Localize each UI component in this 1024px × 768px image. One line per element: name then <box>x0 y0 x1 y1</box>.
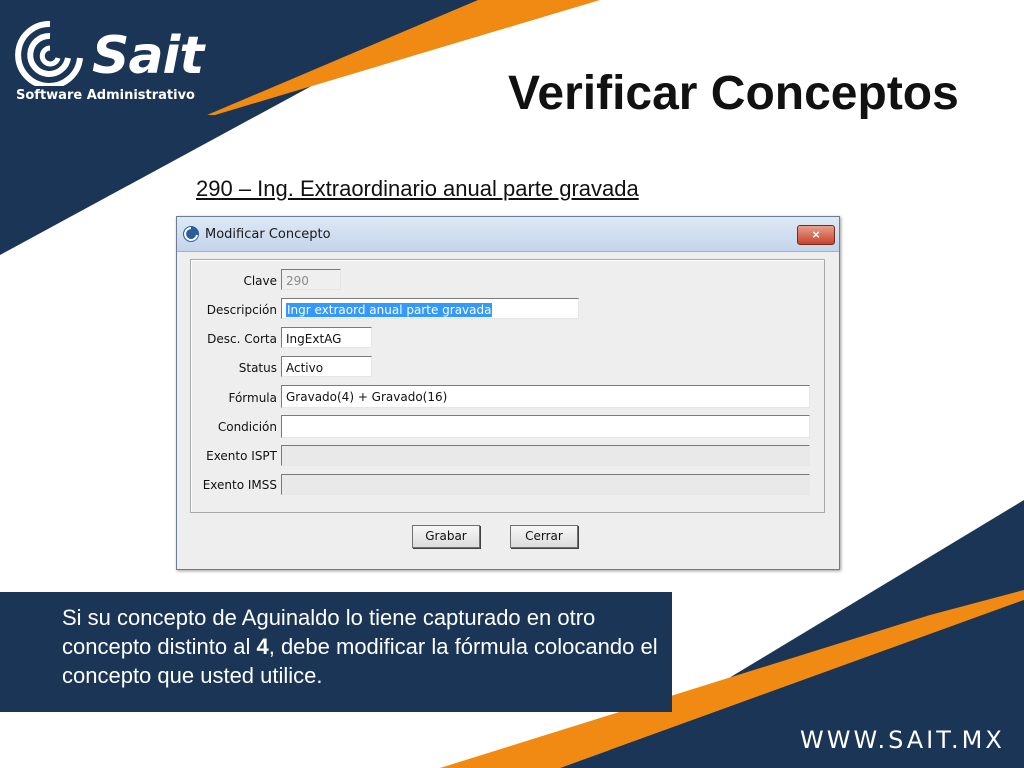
desc-corta-label: Desc. Corta <box>207 332 277 346</box>
clave-field[interactable]: 290 <box>281 269 341 290</box>
formula-label: Fórmula <box>228 391 277 405</box>
condicion-label: Condición <box>217 420 277 434</box>
exento-ispt-field[interactable] <box>281 445 810 466</box>
close-window-button[interactable]: × <box>797 225 835 245</box>
status-field[interactable]: Activo <box>281 356 372 377</box>
dialog-title: Modificar Concepto <box>205 227 331 242</box>
logo-tagline: Software Administrativo <box>16 88 195 103</box>
exento-ispt-label: Exento ISPT <box>206 449 277 463</box>
descripcion-label: Descripción <box>206 303 277 317</box>
sait-app-icon <box>183 226 199 242</box>
condicion-field[interactable] <box>281 415 810 438</box>
callout-concept-number: 4 <box>256 634 269 659</box>
status-label: Status <box>238 361 277 375</box>
exento-imss-field[interactable] <box>281 474 810 495</box>
formula-field[interactable]: Gravado(4) + Gravado(16) <box>281 385 810 408</box>
descripcion-value: Ingr extraord anual parte gravada <box>286 303 493 317</box>
sait-logo: Sait Software Administrativo <box>14 14 214 110</box>
modificar-concepto-dialog: Modificar Concepto × Clave 290 Descripci… <box>176 216 840 570</box>
slide-subtitle: 290 – Ing. Extraordinario anual parte gr… <box>196 176 639 201</box>
grabar-button[interactable]: Grabar <box>412 525 480 548</box>
exento-imss-label: Exento IMSS <box>202 478 277 492</box>
sait-swirl-icon <box>15 20 83 86</box>
slide-title: Verificar Conceptos <box>508 67 959 120</box>
close-icon: × <box>812 227 820 242</box>
dialog-titlebar[interactable]: Modificar Concepto × <box>177 217 839 252</box>
cerrar-button[interactable]: Cerrar <box>510 525 578 548</box>
website-url: WWW.SAIT.MX <box>800 726 1005 754</box>
desc-corta-field[interactable]: IngExtAG <box>281 327 372 348</box>
clave-label: Clave <box>243 274 277 288</box>
logo-wordmark: Sait <box>92 26 204 86</box>
descripcion-field[interactable]: Ingr extraord anual parte gravada <box>281 298 579 319</box>
callout-text: Si su concepto de Aguinaldo lo tiene cap… <box>62 603 662 690</box>
